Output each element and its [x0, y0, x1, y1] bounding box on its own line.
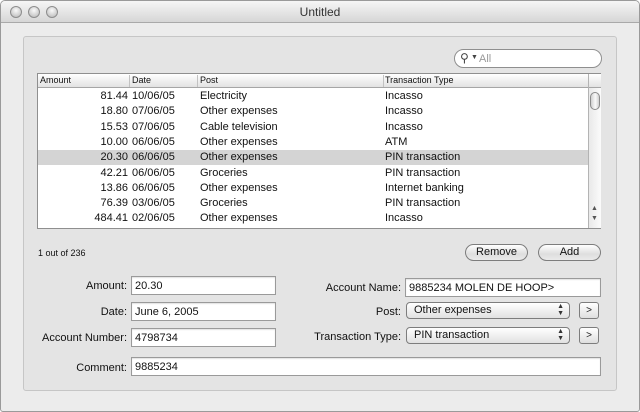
table-header: Amount Date Post Transaction Type: [38, 74, 588, 88]
scroll-up-arrow-icon[interactable]: ▲: [591, 205, 598, 212]
cell-amount: 13.86: [100, 181, 128, 194]
cell-date: 02/06/05: [132, 212, 175, 225]
cell-post: Other expenses: [200, 212, 278, 225]
cell-date: 06/06/05: [132, 151, 175, 164]
table-row[interactable]: 42.21 06/06/05 Groceries PIN transaction: [38, 166, 588, 181]
cell-post: Other expenses: [200, 151, 278, 164]
account-number-label: Account Number:: [42, 332, 127, 344]
table-row[interactable]: 20.30 06/06/05 Other expenses PIN transacti…: [38, 150, 588, 166]
cell-transaction-type: ATM: [385, 135, 408, 148]
account-name-field[interactable]: [405, 278, 601, 297]
table-row[interactable]: 484.41 02/06/05 Other expenses Incasso: [38, 211, 588, 226]
cell-amount: 76.39: [100, 197, 128, 210]
table-row[interactable]: 18.80 07/06/05 Other expenses Incasso: [38, 104, 588, 119]
comment-field[interactable]: [131, 357, 601, 376]
cell-transaction-type: Incasso: [385, 212, 423, 225]
window-title: Untitled: [299, 5, 341, 19]
cell-amount: 81.44: [100, 90, 128, 102]
cell-transaction-type: Internet banking: [385, 181, 464, 194]
cell-amount: 484.41: [94, 212, 128, 225]
vertical-scrollbar[interactable]: ▲ ▼: [588, 74, 601, 228]
popup-arrows-icon: ▲ ▼: [557, 303, 564, 317]
account-number-field[interactable]: [131, 328, 276, 347]
column-header-transaction-type[interactable]: Transaction Type: [383, 75, 588, 87]
scroll-thumb[interactable]: [590, 92, 600, 110]
transaction-type-popup[interactable]: PIN transaction ▲ ▼: [406, 327, 570, 344]
search-menu-caret-icon[interactable]: ▼: [471, 54, 478, 61]
title-bar[interactable]: Untitled: [1, 1, 639, 23]
column-header-date[interactable]: Date: [130, 75, 198, 87]
cell-post: Groceries: [200, 197, 248, 210]
cell-post: Electricity: [200, 90, 248, 102]
record-count: 1 out of 236: [38, 248, 86, 258]
cell-amount: 18.80: [100, 105, 128, 118]
cell-date: 07/06/05: [132, 105, 175, 118]
table-row[interactable]: 10.00 06/06/05 Other expenses ATM: [38, 135, 588, 150]
column-header-amount[interactable]: Amount: [38, 75, 130, 87]
cell-transaction-type: Incasso: [385, 105, 423, 118]
post-popup-value: Other expenses: [414, 304, 492, 316]
scroll-header-corner: [589, 74, 601, 88]
date-label: Date:: [100, 306, 127, 318]
cell-date: 06/06/05: [132, 166, 175, 179]
cell-post: Cable television: [200, 120, 278, 133]
column-header-post[interactable]: Post: [198, 75, 384, 87]
table-row[interactable]: 13.86 06/06/05 Other expenses Internet bank…: [38, 181, 588, 196]
cell-transaction-type: PIN transaction: [385, 166, 461, 179]
date-field[interactable]: [131, 302, 276, 321]
popup-arrows-icon: ▲ ▼: [557, 328, 564, 342]
cell-date: 07/06/05: [132, 120, 175, 133]
cell-date: 06/06/05: [132, 181, 175, 194]
cell-amount: 42.21: [100, 166, 128, 179]
account-name-label: Account Name:: [325, 282, 401, 294]
app-window: Untitled ⚲ ▼ Amount Date Post Transactio…: [0, 0, 640, 412]
cell-post: Other expenses: [200, 105, 278, 118]
cell-transaction-type: Incasso: [385, 120, 423, 133]
cell-post: Other expenses: [200, 181, 278, 194]
cell-transaction-type: PIN transaction: [385, 151, 461, 164]
cell-post: Other expenses: [200, 135, 278, 148]
transactions-table[interactable]: Amount Date Post Transaction Type 81.44 1…: [37, 73, 601, 229]
table-row[interactable]: 76.39 03/06/05 Groceries PIN transaction: [38, 196, 588, 211]
cell-amount: 15.53: [100, 120, 128, 133]
search-icon[interactable]: ⚲: [460, 51, 469, 65]
scroll-down-arrow-icon[interactable]: ▼: [591, 215, 598, 222]
cell-amount: 10.00: [100, 135, 128, 148]
cell-date: 10/06/05: [132, 90, 175, 102]
transaction-type-label: Transaction Type:: [314, 331, 401, 343]
table-row[interactable]: 15.53 07/06/05 Cable television Incasso: [38, 120, 588, 135]
cell-date: 03/06/05: [132, 197, 175, 210]
comment-label: Comment:: [76, 362, 127, 374]
search-input[interactable]: [479, 51, 597, 66]
post-label: Post:: [375, 306, 401, 318]
post-popup[interactable]: Other expenses ▲ ▼: [406, 302, 570, 319]
amount-field[interactable]: [131, 276, 276, 295]
transaction-type-go-button[interactable]: >: [579, 327, 599, 344]
amount-label: Amount:: [86, 280, 127, 292]
search-field[interactable]: ⚲ ▼: [454, 49, 602, 68]
cell-post: Groceries: [200, 166, 248, 179]
cell-date: 06/06/05: [132, 135, 175, 148]
cell-transaction-type: Incasso: [385, 90, 423, 102]
transaction-type-popup-value: PIN transaction: [414, 329, 490, 341]
cell-amount: 20.30: [100, 151, 128, 164]
cell-transaction-type: PIN transaction: [385, 197, 461, 210]
add-button[interactable]: Add: [538, 244, 601, 261]
post-go-button[interactable]: >: [579, 302, 599, 319]
table-row[interactable]: 81.44 10/06/05 Electricity Incasso: [38, 89, 588, 104]
remove-button[interactable]: Remove: [465, 244, 528, 261]
